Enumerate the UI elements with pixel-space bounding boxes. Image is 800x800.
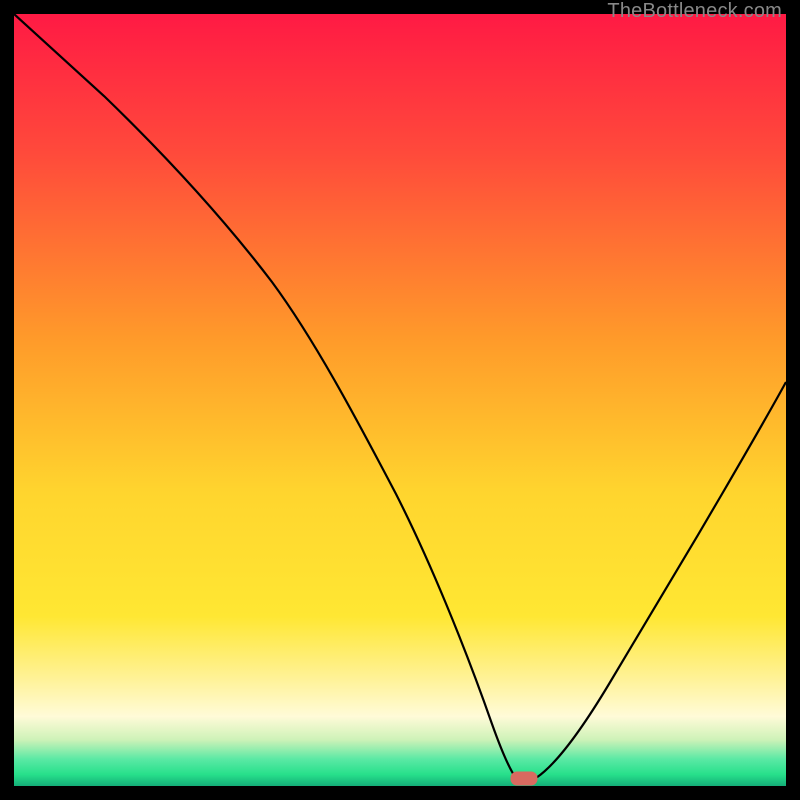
watermark-text: TheBottleneck.com	[607, 0, 782, 23]
optimal-marker	[511, 772, 537, 785]
gradient-background	[14, 14, 786, 786]
bottleneck-chart	[14, 14, 786, 786]
chart-frame	[14, 14, 786, 786]
